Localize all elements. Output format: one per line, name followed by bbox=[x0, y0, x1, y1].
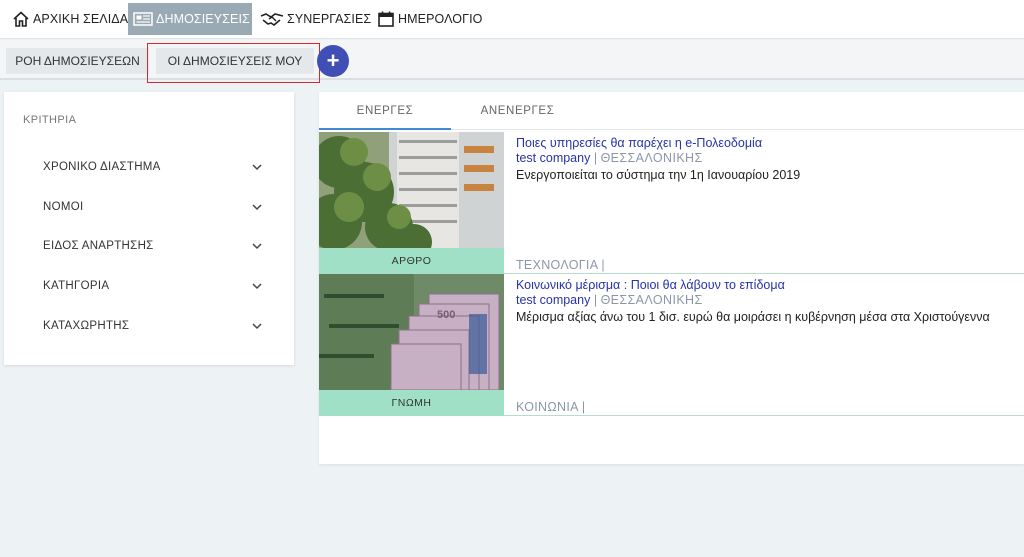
chevron-down-icon bbox=[252, 243, 262, 250]
handshake-icon bbox=[260, 11, 284, 27]
post-city: ΘΕΣΣΑΛΟΝΙΚΗΣ bbox=[600, 293, 703, 307]
filter-time-period[interactable]: ΧΡΟΝΙΚΟ ΔΙΑΣΤΗΜΑ bbox=[43, 157, 263, 177]
chevron-down-icon bbox=[252, 283, 262, 290]
list-item[interactable]: 500 ΓΝΩΜΗ Κοινωνικό μέρισμα : Ποιοι θα λ… bbox=[319, 274, 1024, 416]
post-type-badge: ΑΡΘΡΟ bbox=[319, 248, 504, 274]
post-category: ΚΟΙΝΩΝΙΑ | bbox=[516, 400, 586, 414]
selection-highlight bbox=[147, 43, 320, 83]
post-meta: test company | ΘΕΣΣΑΛΟΝΙΚΗΣ bbox=[516, 293, 703, 307]
filter-label: ΧΡΟΝΙΚΟ ΔΙΑΣΤΗΜΑ bbox=[43, 161, 161, 173]
post-title[interactable]: Ποιες υπηρεσίες θα παρέχει η e-Πολεοδομί… bbox=[516, 136, 762, 150]
filter-registrant[interactable]: ΚΑΤΑΧΩΡΗΤΗΣ bbox=[43, 316, 263, 336]
post-separator: | bbox=[593, 151, 598, 165]
tab-active[interactable]: ΕΝΕΡΓΕΣ bbox=[319, 92, 451, 130]
post-thumbnail[interactable]: 500 bbox=[319, 274, 504, 390]
active-tab-indicator bbox=[319, 128, 451, 130]
filter-label: ΕΙΔΟΣ ΑΝΑΡΤΗΣΗΣ bbox=[43, 240, 154, 252]
nav-home[interactable]: ΑΡΧΙΚΗ ΣΕΛΙΔΑ bbox=[7, 3, 133, 35]
calendar-icon bbox=[377, 10, 395, 28]
nav-publications-label: ΔΗΜΟΣΙΕΥΣΕΙΣ bbox=[156, 12, 250, 26]
post-separator: | bbox=[593, 293, 598, 307]
filter-label: ΚΑΤΗΓΟΡΙΑ bbox=[43, 280, 110, 292]
tab-publication-feed[interactable]: ΡΟΗ ΔΗΜΟΣΙΕΥΣΕΩΝ bbox=[6, 48, 149, 74]
nav-home-label: ΑΡΧΙΚΗ ΣΕΛΙΔΑ bbox=[33, 12, 129, 26]
post-title[interactable]: Κοινωνικό μέρισμα : Ποιοι θα λάβουν το ε… bbox=[516, 278, 785, 292]
nav-collaborations[interactable]: ΣΥΝΕΡΓΑΣΙΕΣ bbox=[255, 3, 376, 35]
home-icon bbox=[12, 10, 30, 28]
chevron-down-icon bbox=[252, 323, 262, 330]
post-description: Μέρισμα αξίας άνω του 1 δισ. ευρώ θα μοι… bbox=[516, 310, 990, 324]
nav-calendar-label: ΗΜΕΡΟΛΟΓΙΟ bbox=[398, 12, 483, 26]
filters-panel: ΚΡΙΤΗΡΙΑ ΧΡΟΝΙΚΟ ΔΙΑΣΤΗΜΑ ΝΟΜΟΙ ΕΙΔΟΣ ΑΝ… bbox=[4, 92, 294, 365]
post-thumbnail[interactable] bbox=[319, 132, 504, 248]
list-item[interactable]: ΑΡΘΡΟ Ποιες υπηρεσίες θα παρέχει η e-Πολ… bbox=[319, 132, 1024, 274]
post-company[interactable]: test company bbox=[516, 151, 590, 165]
post-city: ΘΕΣΣΑΛΟΝΙΚΗΣ bbox=[600, 151, 703, 165]
svg-text:500: 500 bbox=[437, 309, 455, 321]
nav-calendar[interactable]: ΗΜΕΡΟΛΟΓΙΟ bbox=[372, 3, 488, 35]
add-publication-button[interactable]: + bbox=[317, 45, 349, 77]
publications-list: ΕΝΕΡΓΕΣ ΑΝΕΝΕΡΓΕΣ ΑΡΘΡΟ Ποιες υπηρεσίες … bbox=[319, 92, 1024, 464]
nav-collaborations-label: ΣΥΝΕΡΓΑΣΙΕΣ bbox=[287, 12, 372, 26]
filter-post-type[interactable]: ΕΙΔΟΣ ΑΝΑΡΤΗΣΗΣ bbox=[43, 236, 263, 256]
post-description: Ενεργοποιείται το σύστημα την 1η Ιανουαρ… bbox=[516, 168, 801, 182]
post-company[interactable]: test company bbox=[516, 293, 590, 307]
post-category: ΤΕΧΝΟΛΟΓΙΑ | bbox=[516, 258, 605, 272]
filter-label: ΚΑΤΑΧΩΡΗΤΗΣ bbox=[43, 320, 130, 332]
chevron-down-icon bbox=[252, 204, 262, 211]
top-navigation: ΑΡΧΙΚΗ ΣΕΛΙΔΑ ΔΗΜΟΣΙΕΥΣΕΙΣ ΣΥΝΕΡΓΑΣΙΕΣ Η… bbox=[0, 0, 1024, 39]
post-meta: test company | ΘΕΣΣΑΛΟΝΙΚΗΣ bbox=[516, 151, 703, 165]
filter-prefectures[interactable]: ΝΟΜΟΙ bbox=[43, 197, 263, 217]
status-tabs: ΕΝΕΡΓΕΣ ΑΝΕΝΕΡΓΕΣ bbox=[319, 92, 1024, 130]
filters-title: ΚΡΙΤΗΡΙΑ bbox=[23, 114, 77, 126]
chevron-down-icon bbox=[252, 164, 262, 171]
newspaper-icon bbox=[133, 11, 153, 27]
nav-publications[interactable]: ΔΗΜΟΣΙΕΥΣΕΙΣ bbox=[128, 3, 252, 35]
post-type-badge: ΓΝΩΜΗ bbox=[319, 390, 504, 416]
filter-label: ΝΟΜΟΙ bbox=[43, 201, 84, 213]
tab-inactive[interactable]: ΑΝΕΝΕΡΓΕΣ bbox=[451, 92, 584, 130]
filter-category[interactable]: ΚΑΤΗΓΟΡΙΑ bbox=[43, 276, 263, 296]
